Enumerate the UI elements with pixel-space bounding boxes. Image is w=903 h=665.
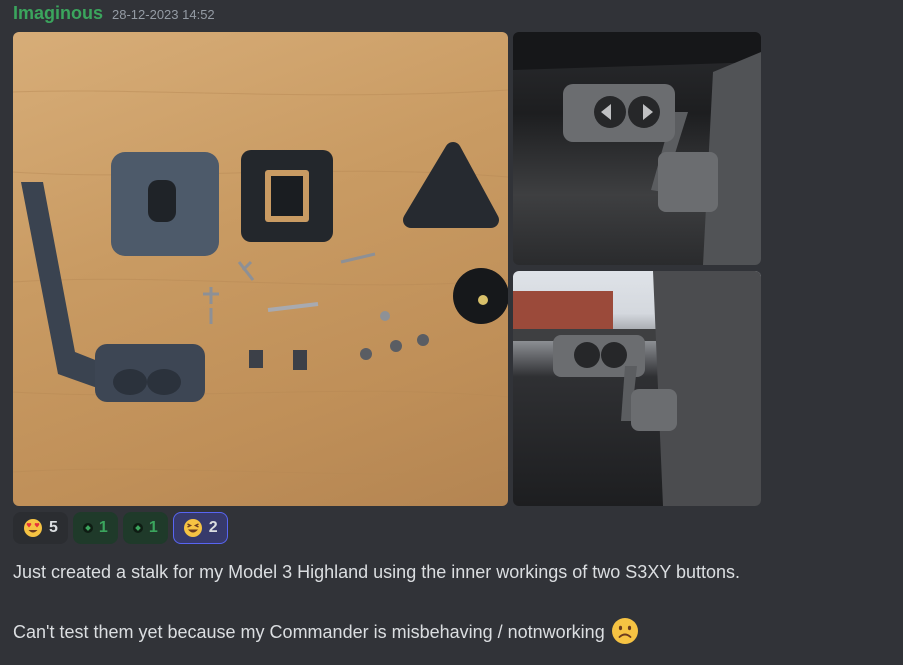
stalk-photo-2-drawing (513, 271, 761, 506)
grinning-squint-icon (183, 519, 202, 537)
stalk-photo-1-drawing (513, 32, 761, 265)
green-gem-icon (82, 523, 93, 533)
reactions-bar: 5 1 1 2 (13, 512, 228, 544)
message-text-line-2-content: Can't test them yet because my Commander… (13, 621, 605, 642)
stalk-mounted-photo-1[interactable] (513, 32, 761, 265)
timestamp[interactable]: 28-12-2023 14:52 (112, 7, 215, 22)
slightly-frowning-face-icon (611, 618, 638, 644)
parts-photo-drawing (13, 89, 508, 475)
green-gem-icon (132, 523, 143, 533)
reaction-grinning-squint[interactable]: 2 (172, 512, 228, 544)
message-header: Imaginous 28-12-2023 14:52 (13, 3, 215, 27)
heart-eyes-icon (24, 519, 42, 537)
reaction-count: 1 (98, 519, 108, 536)
reaction-count: 5 (49, 519, 58, 536)
stalk-mounted-photo-2[interactable] (513, 271, 761, 506)
username[interactable]: Imaginous (13, 3, 103, 24)
reaction-count: 2 (208, 519, 218, 536)
reaction-count: 1 (148, 519, 158, 536)
message-text-line-1: Just created a stalk for my Model 3 High… (13, 562, 741, 582)
reaction-heart-eyes[interactable]: 5 (13, 512, 68, 544)
reaction-gem-2[interactable]: 1 (122, 512, 168, 544)
parts-photo[interactable] (13, 32, 508, 506)
reaction-gem-1[interactable]: 1 (72, 512, 118, 544)
message-text-line-2: Can't test them yet because my Commander… (13, 618, 639, 645)
image-gallery (13, 32, 761, 506)
